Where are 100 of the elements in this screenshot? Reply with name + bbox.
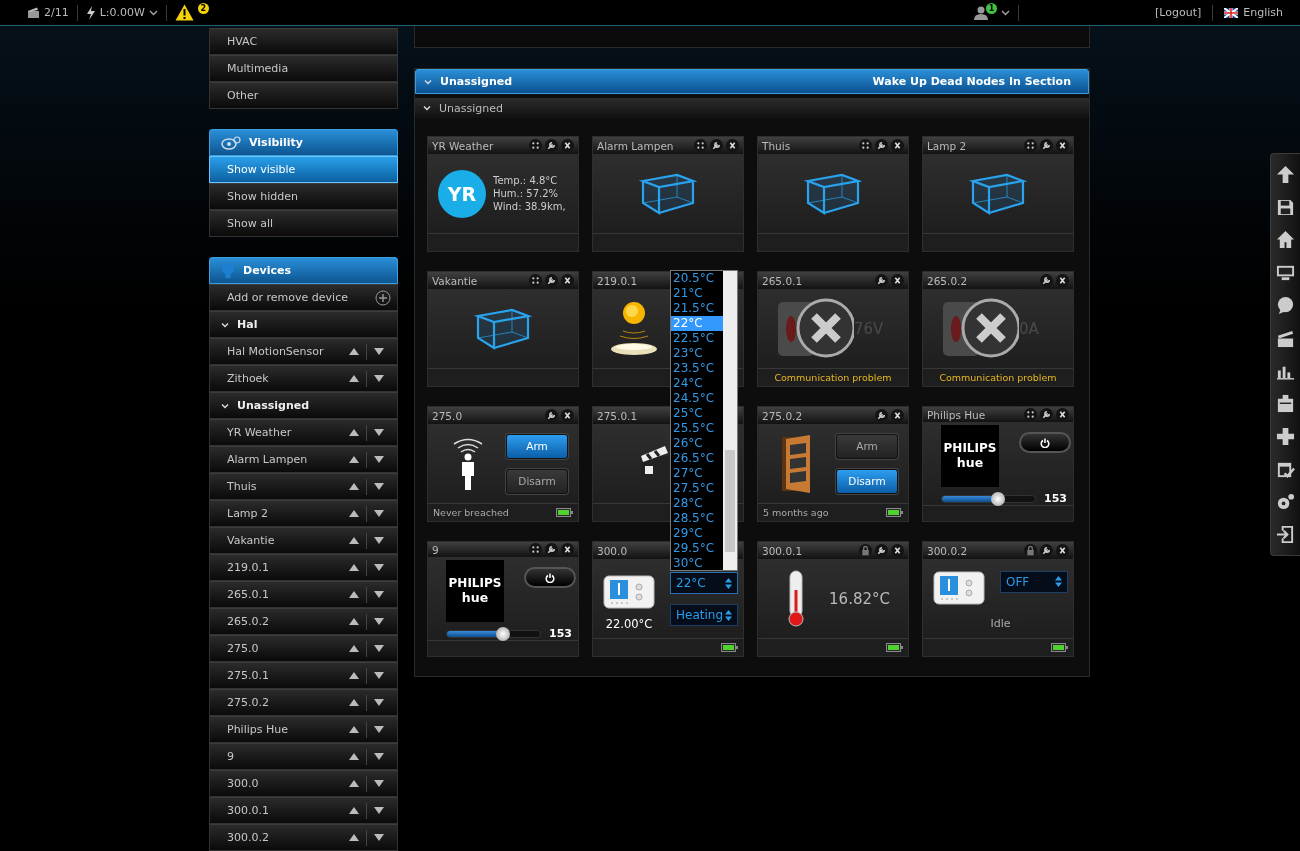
drag-handle-icon[interactable] bbox=[529, 543, 542, 556]
move-down-icon[interactable] bbox=[374, 807, 384, 814]
move-down-icon[interactable] bbox=[374, 726, 384, 733]
close-icon[interactable] bbox=[1056, 274, 1069, 287]
move-up-icon[interactable] bbox=[349, 753, 359, 760]
wrench-icon[interactable] bbox=[1040, 544, 1053, 557]
updown-icon[interactable] bbox=[725, 609, 732, 621]
move-down-icon[interactable] bbox=[374, 429, 384, 436]
close-icon[interactable] bbox=[891, 274, 904, 287]
visibility-option[interactable]: Show all bbox=[209, 210, 398, 237]
plus-icon[interactable] bbox=[1276, 426, 1295, 446]
move-down-icon[interactable] bbox=[374, 483, 384, 490]
move-down-icon[interactable] bbox=[374, 753, 384, 760]
wrench-icon[interactable] bbox=[875, 544, 888, 557]
power-icon[interactable] bbox=[545, 572, 555, 583]
power-icon[interactable] bbox=[1040, 437, 1050, 448]
subsection-header[interactable]: Unassigned bbox=[415, 98, 1089, 118]
mode-select[interactable]: Heating bbox=[670, 604, 738, 626]
device-row[interactable]: 219.0.1 bbox=[209, 554, 398, 581]
move-up-icon[interactable] bbox=[349, 483, 359, 490]
close-icon[interactable] bbox=[891, 139, 904, 152]
move-up-icon[interactable] bbox=[349, 591, 359, 598]
device-row[interactable]: Thuis bbox=[209, 473, 398, 500]
dropdown-option[interactable]: 28°C bbox=[671, 496, 723, 511]
clapperboard-icon[interactable] bbox=[27, 6, 40, 19]
drag-handle-icon[interactable] bbox=[529, 274, 542, 287]
move-up-icon[interactable] bbox=[349, 456, 359, 463]
close-icon[interactable] bbox=[1056, 139, 1069, 152]
dropdown-option[interactable]: 24.5°C bbox=[671, 391, 723, 406]
alarm-button[interactable]: Arm bbox=[506, 433, 568, 459]
device-row[interactable]: Philips Hue bbox=[209, 716, 398, 743]
move-down-icon[interactable] bbox=[374, 510, 384, 517]
drag-handle-icon[interactable] bbox=[1024, 139, 1037, 152]
device-row[interactable]: Zithoek bbox=[209, 365, 398, 392]
lock-icon[interactable] bbox=[859, 544, 872, 557]
room-row[interactable]: Unassigned bbox=[209, 392, 398, 419]
visibility-option[interactable]: Show visible bbox=[209, 156, 398, 183]
move-down-icon[interactable] bbox=[374, 537, 384, 544]
device-row[interactable]: 300.0.2 bbox=[209, 824, 398, 851]
section-header[interactable]: Unassigned Wake Up Dead Nodes In Section bbox=[415, 69, 1089, 94]
dropdown-option[interactable]: 22.5°C bbox=[671, 331, 723, 346]
wrench-icon[interactable] bbox=[545, 274, 558, 287]
scrollbar[interactable] bbox=[723, 271, 737, 570]
power-button[interactable] bbox=[524, 567, 576, 588]
visibility-option[interactable]: Show hidden bbox=[209, 183, 398, 210]
dropdown-option[interactable]: 25°C bbox=[671, 406, 723, 421]
dropdown-option[interactable]: 28.5°C bbox=[671, 511, 723, 526]
device-row[interactable]: 265.0.1 bbox=[209, 581, 398, 608]
lightning-icon[interactable] bbox=[85, 5, 96, 20]
move-down-icon[interactable] bbox=[374, 375, 384, 382]
wrench-icon[interactable] bbox=[875, 409, 888, 422]
drag-handle-icon[interactable] bbox=[1024, 408, 1037, 421]
logout-link[interactable]: [Logout] bbox=[1155, 6, 1202, 19]
dropdown-option[interactable]: 21°C bbox=[671, 286, 723, 301]
dropdown-option[interactable]: 25.5°C bbox=[671, 421, 723, 436]
close-icon[interactable] bbox=[891, 544, 904, 557]
device-row[interactable]: 300.0.1 bbox=[209, 797, 398, 824]
setpoint-select[interactable]: 22°C bbox=[670, 572, 738, 594]
move-down-icon[interactable] bbox=[374, 591, 384, 598]
wrench-icon[interactable] bbox=[1040, 139, 1053, 152]
chevron-icon[interactable] bbox=[1001, 9, 1010, 16]
move-down-icon[interactable] bbox=[374, 672, 384, 679]
move-up-icon[interactable] bbox=[349, 537, 359, 544]
move-down-icon[interactable] bbox=[374, 780, 384, 787]
dropdown-option[interactable]: 26°C bbox=[671, 436, 723, 451]
updown-icon[interactable] bbox=[725, 577, 732, 589]
speech-bubble-icon[interactable] bbox=[1276, 295, 1295, 315]
device-row[interactable]: Lamp 2 bbox=[209, 500, 398, 527]
move-up-icon[interactable] bbox=[349, 672, 359, 679]
wrench-icon[interactable] bbox=[1040, 274, 1053, 287]
move-up-icon[interactable] bbox=[349, 618, 359, 625]
dropdown-option[interactable]: 30°C bbox=[671, 556, 723, 571]
dropdown-option[interactable]: 20.5°C bbox=[671, 271, 723, 286]
warning-icon[interactable] bbox=[174, 4, 194, 21]
drag-handle-icon[interactable] bbox=[859, 139, 872, 152]
wrench-icon[interactable] bbox=[1040, 408, 1053, 421]
slider-thumb[interactable] bbox=[495, 626, 510, 641]
move-up-icon[interactable] bbox=[349, 834, 359, 841]
close-icon[interactable] bbox=[561, 409, 574, 422]
move-up-icon[interactable] bbox=[349, 348, 359, 355]
up-arrow-icon[interactable] bbox=[1276, 164, 1295, 184]
box-icon[interactable] bbox=[1276, 394, 1295, 414]
move-up-icon[interactable] bbox=[349, 564, 359, 571]
device-row[interactable]: Alarm Lampen bbox=[209, 446, 398, 473]
chevron-icon[interactable] bbox=[221, 401, 229, 410]
slider-thumb[interactable] bbox=[990, 491, 1005, 506]
move-down-icon[interactable] bbox=[374, 834, 384, 841]
move-down-icon[interactable] bbox=[374, 699, 384, 706]
close-icon[interactable] bbox=[561, 139, 574, 152]
drag-handle-icon[interactable] bbox=[694, 139, 707, 152]
move-up-icon[interactable] bbox=[349, 726, 359, 733]
dropdown-option[interactable]: 27.5°C bbox=[671, 481, 723, 496]
dropdown-option[interactable]: 26.5°C bbox=[671, 451, 723, 466]
alarm-button[interactable]: Disarm bbox=[506, 468, 568, 494]
close-icon[interactable] bbox=[1056, 544, 1069, 557]
move-up-icon[interactable] bbox=[349, 780, 359, 787]
dropdown-option[interactable]: 29°C bbox=[671, 526, 723, 541]
wrench-icon[interactable] bbox=[875, 274, 888, 287]
flag-icon[interactable] bbox=[1224, 7, 1239, 18]
dropdown-option[interactable]: 21.5°C bbox=[671, 301, 723, 316]
